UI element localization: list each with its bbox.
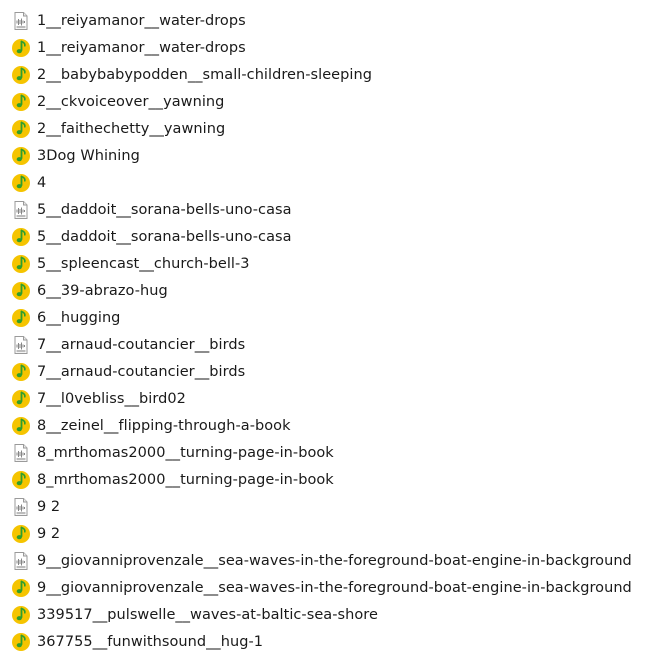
file-list-item[interactable]: 1__reiyamanor__water-drops (0, 34, 669, 61)
music-note-icon (11, 605, 31, 625)
file-list-item[interactable]: 2__faithechetty__yawning (0, 115, 669, 142)
file-name-label: 7__l0vebliss__bird02 (37, 390, 186, 407)
music-note-icon (11, 389, 31, 409)
file-name-label: 7__arnaud-coutancier__birds (37, 336, 246, 353)
file-name-label: 2__ckvoiceover__yawning (37, 93, 225, 110)
file-name-label: 367755__funwithsound__hug-1 (37, 633, 264, 650)
file-name-label: 3Dog Whining (37, 147, 140, 164)
file-name-label: 1__reiyamanor__water-drops (37, 12, 246, 29)
music-note-icon (11, 524, 31, 544)
file-list-item[interactable]: 9 2 (0, 493, 669, 520)
file-list-item[interactable]: 9__giovanniprovenzale__sea-waves-in-the-… (0, 547, 669, 574)
music-note-icon (11, 281, 31, 301)
file-list-item[interactable]: 7__l0vebliss__bird02 (0, 385, 669, 412)
file-list-item[interactable]: 2__ckvoiceover__yawning (0, 88, 669, 115)
file-name-label: 9 2 (37, 498, 61, 515)
file-list-item[interactable]: 7__arnaud-coutancier__birds (0, 331, 669, 358)
wav-file-icon (11, 335, 31, 355)
file-list-item[interactable]: 9__giovanniprovenzale__sea-waves-in-the-… (0, 574, 669, 601)
music-note-icon (11, 38, 31, 58)
file-name-label: 6__39-abrazo-hug (37, 282, 168, 299)
file-list-item[interactable]: 5__daddoit__sorana-bells-uno-casa (0, 196, 669, 223)
file-list-item[interactable]: 367755__funwithsound__hug-1 (0, 628, 669, 655)
file-name-label: 9 2 (37, 525, 61, 542)
music-note-icon (11, 254, 31, 274)
music-note-icon (11, 119, 31, 139)
file-name-label: 4 (37, 174, 47, 191)
file-list-item[interactable]: 8__zeinel__flipping-through-a-book (0, 412, 669, 439)
file-list-item[interactable]: 6__39-abrazo-hug (0, 277, 669, 304)
file-name-label: 2__faithechetty__yawning (37, 120, 226, 137)
file-name-label: 9__giovanniprovenzale__sea-waves-in-the-… (37, 552, 632, 569)
wav-file-icon (11, 11, 31, 31)
music-note-icon (11, 146, 31, 166)
file-list-item[interactable]: 3Dog Whining (0, 142, 669, 169)
music-note-icon (11, 65, 31, 85)
file-list-item[interactable]: 339517__pulswelle__waves-at-baltic-sea-s… (0, 601, 669, 628)
music-note-icon (11, 632, 31, 652)
file-name-label: 8_mrthomas2000__turning-page-in-book (37, 444, 334, 461)
wav-file-icon (11, 497, 31, 517)
file-name-label: 8__zeinel__flipping-through-a-book (37, 417, 291, 434)
wav-file-icon (11, 443, 31, 463)
music-note-icon (11, 416, 31, 436)
music-note-icon (11, 362, 31, 382)
file-list-item[interactable]: 2__babybabypodden__small-children-sleepi… (0, 61, 669, 88)
file-name-label: 339517__pulswelle__waves-at-baltic-sea-s… (37, 606, 378, 623)
file-name-label: 5__daddoit__sorana-bells-uno-casa (37, 201, 292, 218)
file-name-label: 9__giovanniprovenzale__sea-waves-in-the-… (37, 579, 632, 596)
file-name-label: 6__hugging (37, 309, 121, 326)
file-name-label: 5__spleencast__church-bell-3 (37, 255, 250, 272)
file-list-item[interactable]: 8_mrthomas2000__turning-page-in-book (0, 439, 669, 466)
file-list-item[interactable]: 5__daddoit__sorana-bells-uno-casa (0, 223, 669, 250)
file-name-label: 5__daddoit__sorana-bells-uno-casa (37, 228, 292, 245)
wav-file-icon (11, 551, 31, 571)
wav-file-icon (11, 200, 31, 220)
file-list-item[interactable]: 4 (0, 169, 669, 196)
file-list-item[interactable]: 5__spleencast__church-bell-3 (0, 250, 669, 277)
file-list-item[interactable]: 1__reiyamanor__water-drops (0, 7, 669, 34)
music-note-icon (11, 470, 31, 490)
file-list-item[interactable]: 9 2 (0, 520, 669, 547)
music-note-icon (11, 308, 31, 328)
file-name-label: 1__reiyamanor__water-drops (37, 39, 246, 56)
file-name-label: 8_mrthomas2000__turning-page-in-book (37, 471, 334, 488)
music-note-icon (11, 92, 31, 112)
file-list: 1__reiyamanor__water-drops 1__reiyamanor… (0, 0, 669, 661)
file-name-label: 2__babybabypodden__small-children-sleepi… (37, 66, 372, 83)
file-list-item[interactable]: 6__hugging (0, 304, 669, 331)
file-list-item[interactable]: 7__arnaud-coutancier__birds (0, 358, 669, 385)
music-note-icon (11, 578, 31, 598)
music-note-icon (11, 173, 31, 193)
file-name-label: 7__arnaud-coutancier__birds (37, 363, 246, 380)
file-list-item[interactable]: 8_mrthomas2000__turning-page-in-book (0, 466, 669, 493)
music-note-icon (11, 227, 31, 247)
